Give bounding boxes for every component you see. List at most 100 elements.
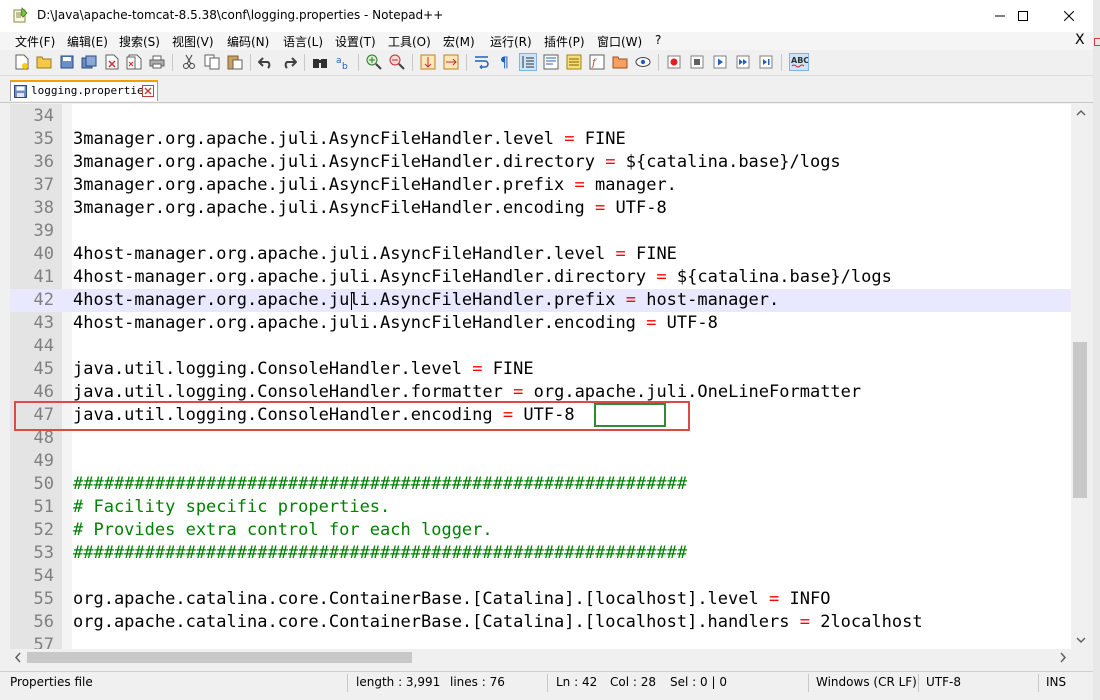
editor-line[interactable]: 42 4host-manager.org.apache.juli.AsyncFil… [10,289,1071,312]
menu-plugins[interactable]: 插件(P) [544,33,585,50]
line-number: 40 [33,244,54,264]
notepadpp-window: D:\Java\apache-tomcat-8.5.38\conf\loggin… [0,0,1094,700]
paste-button[interactable] [226,53,244,71]
tab-close-icon[interactable] [142,85,154,97]
text-caret [351,292,353,310]
save-macro-icon [759,55,773,69]
editor-line[interactable]: 52 # Provides extra control for each logg… [10,519,1071,542]
menu-window[interactable]: 窗口(W) [597,33,642,50]
play-macro-button[interactable] [711,53,729,71]
save-macro-button[interactable] [757,53,775,71]
open-file-button[interactable] [35,53,53,71]
undo-button[interactable] [257,53,275,71]
find-button[interactable] [311,53,329,71]
code-text: org.apache.catalina.core.ContainerBase.[… [73,589,831,609]
new-file-button[interactable] [13,53,31,71]
redo-button[interactable] [280,53,298,71]
scroll-right-arrow-icon[interactable] [1056,649,1070,666]
code-text: 3manager.org.apache.juli.AsyncFileHandle… [73,129,626,149]
editor-line[interactable]: 38 3manager.org.apache.juli.AsyncFileHand… [10,197,1071,220]
close-window-button[interactable] [1046,0,1092,32]
scroll-left-arrow-icon[interactable] [11,649,25,666]
editor-line[interactable]: 49 [10,450,1071,473]
editor-line[interactable]: 51 # Facility specific properties. [10,496,1071,519]
close-file-icon [105,54,119,70]
status-encoding[interactable]: UTF-8 [926,675,961,689]
scroll-down-arrow-icon[interactable] [1071,633,1091,647]
horizontal-scroll-thumb[interactable] [27,652,412,663]
editor-line[interactable]: 44 [10,335,1071,358]
function-list-button[interactable]: f [588,53,606,71]
editor-line[interactable]: 43 4host-manager.org.apache.juli.AsyncFil… [10,312,1071,335]
code-text: 4host-manager.org.apache.juli.AsyncFileH… [73,267,892,287]
close-all-button[interactable] [125,53,143,71]
editor-line[interactable]: 40 4host-manager.org.apache.juli.AsyncFil… [10,243,1071,266]
editor-line[interactable]: 53 ######################################… [10,542,1071,565]
menu-macro[interactable]: 宏(M) [443,33,475,50]
word-wrap-button[interactable] [473,53,491,71]
editor-line[interactable]: 45 java.util.logging.ConsoleHandler.level… [10,358,1071,381]
save-all-button[interactable] [80,53,98,71]
indent-guide-button[interactable] [519,53,537,71]
replace-button[interactable]: ab [334,53,352,71]
status-insert-mode[interactable]: INS [1046,675,1066,689]
editor-line[interactable]: 41 4host-manager.org.apache.juli.AsyncFil… [10,266,1071,289]
menu-tools[interactable]: 工具(O) [388,33,431,50]
menu-encoding[interactable]: 编码(N) [227,33,269,50]
sync-vertical-button[interactable] [419,53,437,71]
folder-workspace-button[interactable] [611,53,629,71]
editor-line[interactable]: 56 org.apache.catalina.core.ContainerBase… [10,611,1071,634]
editor-line[interactable]: 36 3manager.org.apache.juli.AsyncFileHand… [10,151,1071,174]
monitoring-button[interactable] [634,53,652,71]
run-macro-multiple-button[interactable] [734,53,752,71]
tab-logging-properties[interactable]: logging.properties [10,80,158,101]
record-macro-button[interactable] [665,53,683,71]
line-number: 51 [33,497,54,517]
spell-check-icon: ABC [791,56,808,68]
background-window-edge [1093,0,1100,700]
text-editor[interactable]: 34 35 3manager.org.apache.juli.AsyncFileHa… [10,104,1071,649]
editor-line[interactable]: 57 [10,634,1071,649]
editor-line[interactable]: 34 [10,105,1071,128]
stop-macro-button[interactable] [688,53,706,71]
user-language-button[interactable] [542,53,560,71]
scroll-up-arrow-icon[interactable] [1071,106,1091,120]
cut-button[interactable] [180,53,198,71]
save-button[interactable] [58,53,76,71]
code-text: 4host-manager.org.apache.juli.AsyncFileH… [73,313,718,333]
menu-run[interactable]: 运行(R) [490,33,532,50]
menu-settings[interactable]: 设置(T) [335,33,376,50]
copy-button[interactable] [203,53,221,71]
close-button[interactable] [103,53,121,71]
vertical-scroll-thumb[interactable] [1073,342,1087,498]
editor-line[interactable]: 50 ######################################… [10,473,1071,496]
title-bar[interactable]: D:\Java\apache-tomcat-8.5.38\conf\loggin… [0,0,1093,32]
line-number: 54 [33,566,54,586]
close-document-button[interactable]: X [1075,32,1085,48]
editor-line[interactable]: 35 3manager.org.apache.juli.AsyncFileHand… [10,128,1071,151]
line-number: 36 [33,152,54,172]
maximize-button[interactable] [1000,0,1046,32]
menu-language[interactable]: 语言(L) [283,33,323,50]
editor-line[interactable]: 39 [10,220,1071,243]
document-map-button[interactable] [565,53,583,71]
zoom-out-button[interactable] [388,53,406,71]
tab-bar: logging.properties [0,76,1093,103]
show-all-characters-button[interactable]: ¶ [496,53,514,71]
menu-view[interactable]: 视图(V) [172,33,214,50]
editor-line[interactable]: 54 [10,565,1071,588]
menu-file[interactable]: 文件(F) [15,33,55,50]
horizontal-scrollbar[interactable] [10,649,1071,666]
word-wrap-icon [475,56,489,69]
menu-help[interactable]: ? [655,33,661,47]
vertical-scrollbar[interactable] [1071,104,1091,649]
zoom-in-button[interactable] [365,53,383,71]
status-eol[interactable]: Windows (CR LF) [816,675,917,689]
editor-line[interactable]: 37 3manager.org.apache.juli.AsyncFileHand… [10,174,1071,197]
editor-line[interactable]: 55 org.apache.catalina.core.ContainerBase… [10,588,1071,611]
menu-edit[interactable]: 编辑(E) [67,33,108,50]
spell-check-button[interactable]: ABC [789,53,809,71]
sync-horizontal-button[interactable] [442,53,460,71]
print-button[interactable] [148,53,166,71]
menu-search[interactable]: 搜索(S) [119,33,160,50]
